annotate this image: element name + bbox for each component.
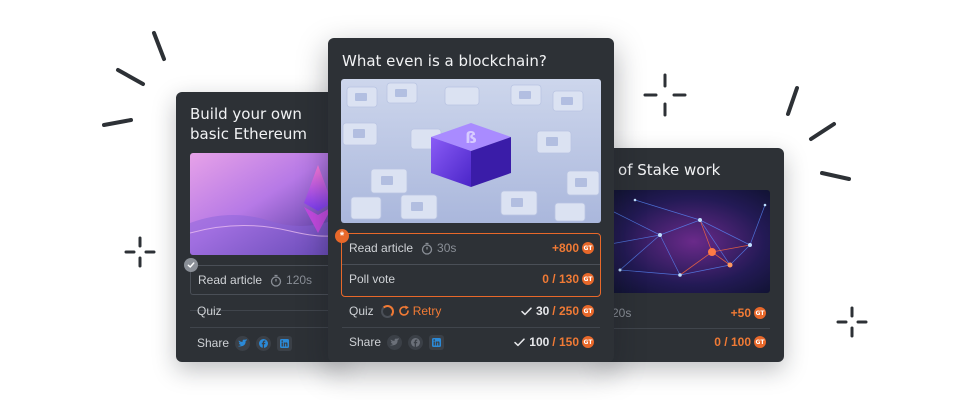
share-row: Share (197, 332, 293, 354)
course-card-blockchain[interactable]: What even is a blockchain? ß Read articl… (328, 38, 614, 362)
card-title: Build your own basic Ethereum (190, 105, 307, 143)
stopwatch-icon (270, 274, 282, 287)
twitter-icon[interactable] (387, 334, 403, 350)
quiz-label: Quiz (197, 304, 222, 318)
card-title: What even is a blockchain? (342, 52, 547, 70)
svg-text:ß: ß (465, 128, 477, 147)
quiz-score: 30 / 250 GT (521, 301, 594, 321)
blockchain-thumbnail[interactable]: ß (341, 79, 601, 223)
retry-icon (398, 305, 409, 316)
share-row: Share (349, 332, 445, 352)
share-score: 100 / 150 GT (514, 332, 594, 352)
star-icon: * (335, 229, 349, 243)
read-points: +800 GT (552, 238, 594, 258)
quiz-row[interactable]: Quiz (197, 300, 222, 322)
read-article-row[interactable]: Read article 30s (349, 238, 456, 258)
read-points-value: +800 (551, 241, 579, 255)
retry-label: Retry (412, 304, 442, 318)
share-score-total: / 150 (552, 335, 579, 349)
quiz-score-total: / 250 (552, 304, 579, 318)
poll-vote-row[interactable]: Poll vote (349, 269, 395, 289)
share-score-value: 100 (529, 335, 550, 349)
network-thumbnail[interactable] (600, 190, 770, 293)
read-article-label: Read article (349, 241, 414, 255)
poll-vote-label: Poll vote (349, 272, 396, 286)
course-card-ethereum[interactable]: Build your own basic Ethereum Read artic… (176, 92, 346, 362)
coin-icon: GT (754, 336, 766, 348)
share-score-done: 100 (514, 335, 549, 349)
linkedin-icon[interactable] (277, 335, 293, 351)
read-time-value: 30s (437, 241, 457, 255)
poll-points: 0 / 130 GT (542, 269, 594, 289)
check-icon (514, 337, 526, 346)
completed-check-icon (184, 258, 198, 272)
course-card-proof-of-stake[interactable]: f of Stake work 20s +50 GT 0 / 100 GT (600, 148, 784, 362)
divider (190, 327, 346, 328)
coin-icon: GT (582, 305, 594, 317)
coin-icon: GT (582, 336, 594, 348)
stopwatch-icon (421, 242, 433, 255)
coin-icon: GT (582, 273, 594, 285)
read-time: 120s (270, 273, 312, 287)
facebook-icon[interactable] (256, 335, 272, 351)
quiz-row[interactable]: Quiz Retry (349, 301, 441, 321)
linkedin-icon[interactable] (429, 334, 445, 350)
progress-spinner-icon (380, 304, 394, 318)
read-article-label: Read article (198, 273, 263, 287)
share-points-value: 0 / 100 (714, 335, 751, 349)
card-title: f of Stake work (608, 161, 721, 179)
read-points: +50 GT (731, 303, 766, 323)
read-article-row[interactable]: Read article 120s (190, 265, 346, 295)
divider (600, 328, 770, 329)
retry-button[interactable]: Retry (398, 304, 442, 318)
quiz-score-done: 30 (521, 304, 549, 318)
quiz-score-value: 30 (535, 304, 550, 318)
check-icon (521, 306, 532, 315)
share-points: 0 / 100 GT (714, 332, 766, 352)
quiz-label: Quiz (349, 304, 374, 318)
divider (342, 327, 600, 328)
share-label: Share (349, 335, 382, 349)
share-label: Share (197, 336, 230, 350)
read-time-value: 20s (612, 306, 632, 320)
twitter-icon[interactable] (235, 335, 251, 351)
facebook-icon[interactable] (408, 334, 424, 350)
read-time: 30s (421, 241, 456, 255)
coin-icon: GT (582, 242, 594, 254)
ethereum-thumbnail[interactable] (190, 153, 346, 255)
divider (342, 264, 600, 265)
poll-points-value: 0 / 130 (542, 272, 579, 286)
read-points-value: +50 (730, 306, 751, 320)
coin-icon: GT (754, 307, 766, 319)
read-time-value: 120s (286, 273, 313, 287)
